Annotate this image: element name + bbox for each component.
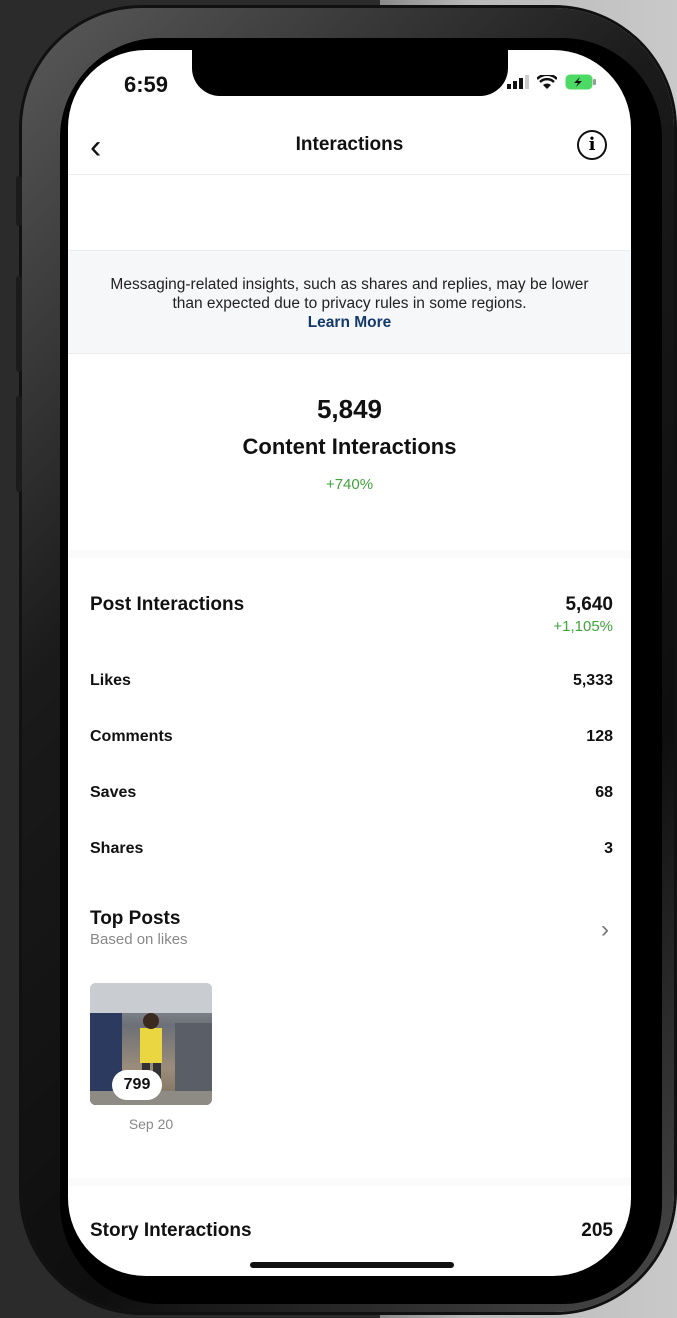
metric-value: 68 [595, 784, 613, 801]
section-divider [68, 550, 631, 558]
phone-screen: 6:59 ‹ Interactions i Messaging-related … [68, 50, 631, 1276]
metric-label: Saves [90, 784, 137, 801]
metric-row-comments: Comments 128 [90, 728, 613, 746]
content-interactions-change: +740% [325, 476, 374, 493]
metric-value: 128 [586, 728, 613, 745]
privacy-notice: Messaging-related insights, such as shar… [68, 250, 631, 354]
post-interactions-title: Post Interactions [90, 594, 245, 615]
metric-label: Likes [90, 672, 131, 689]
metric-row-saves: Saves 68 [90, 784, 613, 802]
story-interactions-title: Story Interactions [90, 1220, 252, 1241]
story-interactions-value: 205 [581, 1220, 613, 1241]
top-posts-subtitle: Based on likes [90, 931, 188, 948]
page-title: Interactions [295, 134, 404, 155]
metric-value: 5,333 [572, 672, 613, 689]
metric-row-shares: Shares 3 [90, 840, 613, 858]
learn-more-link[interactable]: Learn More [108, 313, 591, 332]
post-interactions-header: Post Interactions 5,640 [90, 594, 613, 616]
content-interactions-value: 5,849 [316, 394, 383, 424]
info-icon[interactable]: i [577, 130, 607, 160]
battery-charging-icon [565, 74, 596, 90]
metric-value: 3 [604, 840, 613, 857]
notch [192, 50, 508, 96]
story-interactions-header: Story Interactions 205 [90, 1220, 613, 1242]
metric-row-likes: Likes 5,333 [90, 672, 613, 690]
volume-down-button [16, 396, 22, 492]
signal-icon [507, 75, 529, 89]
metric-label: Comments [90, 728, 173, 745]
nav-bar: ‹ Interactions i [68, 122, 631, 175]
mute-switch [16, 176, 22, 226]
wifi-icon [537, 74, 557, 89]
chevron-right-icon[interactable]: › [601, 916, 609, 944]
section-divider [68, 1178, 631, 1186]
metric-label: Shares [90, 840, 144, 857]
home-indicator[interactable] [250, 1262, 454, 1268]
volume-up-button [16, 276, 22, 372]
top-posts-title: Top Posts [90, 908, 181, 929]
top-post-likes-badge: 799 [112, 1070, 162, 1100]
top-posts-header[interactable]: Top Posts Based on likes [90, 908, 188, 948]
notice-text: Messaging-related insights, such as shar… [110, 276, 589, 312]
top-post-date: Sep 20 [128, 1116, 174, 1132]
post-interactions-value: 5,640 [565, 594, 613, 615]
content-interactions-label: Content Interactions [242, 434, 457, 459]
status-icons [507, 74, 597, 90]
post-interactions-change: +1,105% [553, 618, 613, 635]
status-time: 6:59 [124, 72, 169, 97]
